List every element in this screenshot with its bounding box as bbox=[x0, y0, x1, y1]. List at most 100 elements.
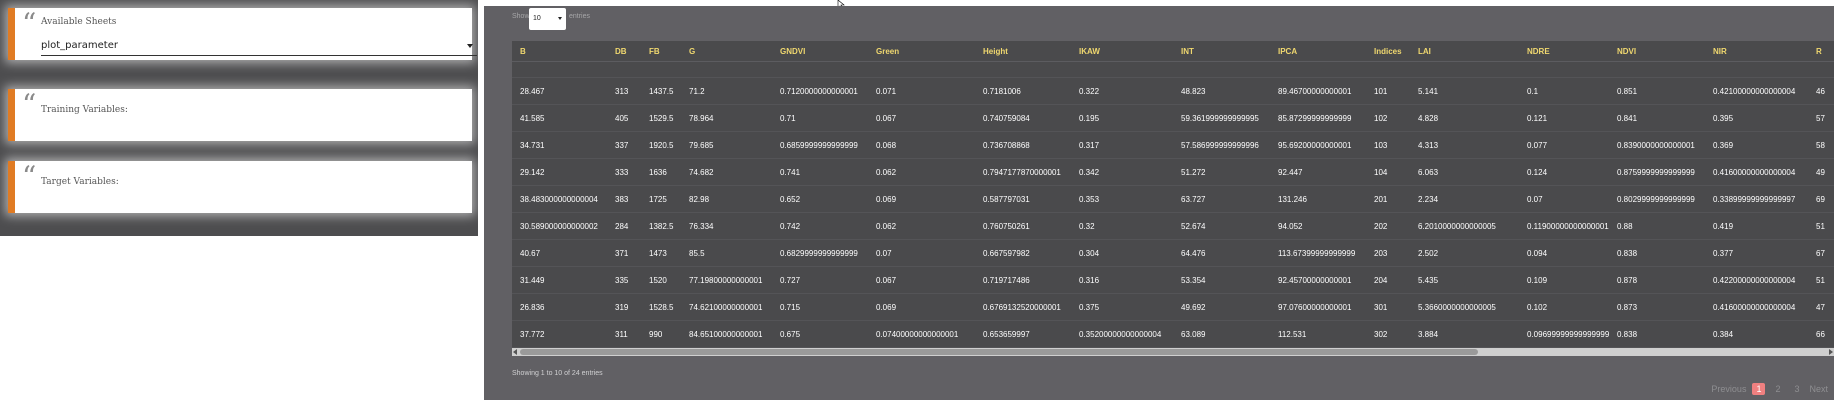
column-header[interactable]: IPCA bbox=[1270, 41, 1366, 62]
column-header[interactable]: NDRE bbox=[1519, 41, 1609, 62]
table-cell: 0.071 bbox=[868, 77, 975, 105]
table-cell: 203 bbox=[1366, 239, 1410, 267]
table-scroll-container[interactable]: B DB FB G GNDVI Green Height IKAW INT IPCA Indices… bbox=[512, 41, 1834, 348]
column-header[interactable]: INT bbox=[1173, 41, 1270, 62]
table-cell: 92.447 bbox=[1270, 158, 1366, 186]
sheets-select-value: plot_parameter bbox=[41, 40, 118, 51]
table-cell: 97.07600000000001 bbox=[1270, 293, 1366, 321]
column-header[interactable]: GNDVI bbox=[772, 41, 868, 62]
table-cell: 69 bbox=[1808, 185, 1834, 213]
table-row: 28.467 313 1437.5 71.2 0.7120000000000001 0.0… bbox=[512, 77, 1834, 105]
table-cell: 0.067 bbox=[868, 266, 975, 294]
table-cell: 1725 bbox=[641, 185, 681, 213]
table-cell: 28.467 bbox=[512, 77, 607, 105]
table-cell: 0.760750261 bbox=[975, 212, 1071, 240]
scroll-left-icon[interactable] bbox=[513, 349, 517, 355]
table-cell: 1520 bbox=[641, 266, 681, 294]
sheets-label: Available Sheets bbox=[41, 17, 117, 27]
table-cell: 0.873 bbox=[1609, 293, 1705, 321]
table-cell: 63.727 bbox=[1173, 185, 1270, 213]
table-cell: 0.7181006 bbox=[975, 77, 1071, 105]
table-cell: 1636 bbox=[641, 158, 681, 186]
table-cell: 101 bbox=[1366, 77, 1410, 105]
table-cell: 0.71 bbox=[772, 104, 868, 132]
data-table: B DB FB G GNDVI Green Height IKAW INT IPCA Indices… bbox=[512, 41, 1834, 348]
table-row: 31.449 335 1520 77.19800000000001 0.727 0.067… bbox=[512, 266, 1834, 294]
table-row: 38.483000000000004 383 1725 82.98 0.652 0.069… bbox=[512, 185, 1834, 213]
column-header[interactable]: IKAW bbox=[1071, 41, 1173, 62]
column-header[interactable]: NIR bbox=[1705, 41, 1808, 62]
table-cell: 204 bbox=[1366, 266, 1410, 294]
column-header[interactable]: Green bbox=[868, 41, 975, 62]
quote-icon: “ bbox=[22, 7, 37, 40]
column-header[interactable]: FB bbox=[641, 41, 681, 62]
table-cell: 0.069 bbox=[868, 185, 975, 213]
table-cell: 89.46700000000001 bbox=[1270, 77, 1366, 105]
table-cell: 0.8390000000000001 bbox=[1609, 131, 1705, 159]
table-cell: 0.102 bbox=[1519, 293, 1609, 321]
table-cell: 0.07 bbox=[868, 239, 975, 267]
table-cell: 48.823 bbox=[1173, 77, 1270, 105]
scroll-right-icon[interactable] bbox=[1829, 349, 1833, 355]
table-cell: 0.6859999999999999 bbox=[772, 131, 868, 159]
sheets-select[interactable]: plot_parameter bbox=[41, 36, 477, 56]
table-cell: 104 bbox=[1366, 158, 1410, 186]
page-2-button[interactable]: 2 bbox=[1771, 383, 1784, 395]
table-cell: 1382.5 bbox=[641, 212, 681, 240]
table-cell: 0.6769132520000001 bbox=[975, 293, 1071, 321]
table-cell: 113.67399999999999 bbox=[1270, 239, 1366, 267]
column-header[interactable]: DB bbox=[607, 41, 641, 62]
table-cell: 51 bbox=[1808, 212, 1834, 240]
table-cell: 77.19800000000001 bbox=[681, 266, 772, 294]
table-cell: 74.62100000000001 bbox=[681, 293, 772, 321]
table-cell: 0.42200000000000004 bbox=[1705, 266, 1808, 294]
table-cell: 5.435 bbox=[1410, 266, 1519, 294]
table-cell: 0.653659997 bbox=[975, 320, 1071, 348]
table-cell: 0.736708868 bbox=[975, 131, 1071, 159]
table-cell: 0.32 bbox=[1071, 212, 1173, 240]
table-cell: 202 bbox=[1366, 212, 1410, 240]
entries-per-page-select[interactable]: 10 bbox=[529, 8, 566, 30]
table-cell: 4.313 bbox=[1410, 131, 1519, 159]
show-label: Show bbox=[512, 13, 530, 20]
table-cell: 0.740759084 bbox=[975, 104, 1071, 132]
table-cell: 74.682 bbox=[681, 158, 772, 186]
horizontal-scrollbar[interactable] bbox=[512, 348, 1834, 356]
column-header[interactable]: G bbox=[681, 41, 772, 62]
page-1-button[interactable]: 1 bbox=[1752, 383, 1766, 395]
table-cell: 0.878 bbox=[1609, 266, 1705, 294]
table-cell: 0.384 bbox=[1705, 320, 1808, 348]
table-cell: 92.45700000000001 bbox=[1270, 266, 1366, 294]
table-cell: 990 bbox=[641, 320, 681, 348]
table-row: 34.731 337 1920.5 79.685 0.6859999999999999 0… bbox=[512, 131, 1834, 159]
table-cell: 0.322 bbox=[1071, 77, 1173, 105]
table-cell: 201 bbox=[1366, 185, 1410, 213]
table-cell: 2.502 bbox=[1410, 239, 1519, 267]
chevron-down-icon bbox=[467, 44, 473, 48]
table-cell: 0.09699999999999999 bbox=[1519, 320, 1609, 348]
table-cell: 284 bbox=[607, 212, 641, 240]
column-header[interactable]: B bbox=[512, 41, 607, 62]
table-header-row: B DB FB G GNDVI Green Height IKAW INT IPCA Indices… bbox=[512, 41, 1834, 62]
table-cell: 0.316 bbox=[1071, 266, 1173, 294]
table-cell: 103 bbox=[1366, 131, 1410, 159]
column-header[interactable]: NDVI bbox=[1609, 41, 1705, 62]
column-header[interactable]: LAI bbox=[1410, 41, 1519, 62]
previous-button[interactable]: Previous bbox=[1711, 384, 1746, 394]
table-info-text: Showing 1 to 10 of 24 entries bbox=[512, 370, 603, 377]
table-cell: 0.353 bbox=[1071, 185, 1173, 213]
next-button[interactable]: Next bbox=[1809, 384, 1828, 394]
table-cell: 1473 bbox=[641, 239, 681, 267]
table-cell: 57.586999999999996 bbox=[1173, 131, 1270, 159]
column-header[interactable]: Indices bbox=[1366, 41, 1410, 62]
scrollbar-thumb[interactable] bbox=[520, 349, 1478, 355]
table-cell: 1437.5 bbox=[641, 77, 681, 105]
table-cell: 51 bbox=[1808, 266, 1834, 294]
table-cell: 405 bbox=[607, 104, 641, 132]
table-cell: 66 bbox=[1808, 320, 1834, 348]
column-header[interactable]: R bbox=[1808, 41, 1834, 62]
column-header[interactable]: Height bbox=[975, 41, 1071, 62]
table-row: 29.142 333 1636 74.682 0.741 0.062 0.794717787… bbox=[512, 158, 1834, 186]
page-3-button[interactable]: 3 bbox=[1790, 383, 1803, 395]
table-cell: 53.354 bbox=[1173, 266, 1270, 294]
